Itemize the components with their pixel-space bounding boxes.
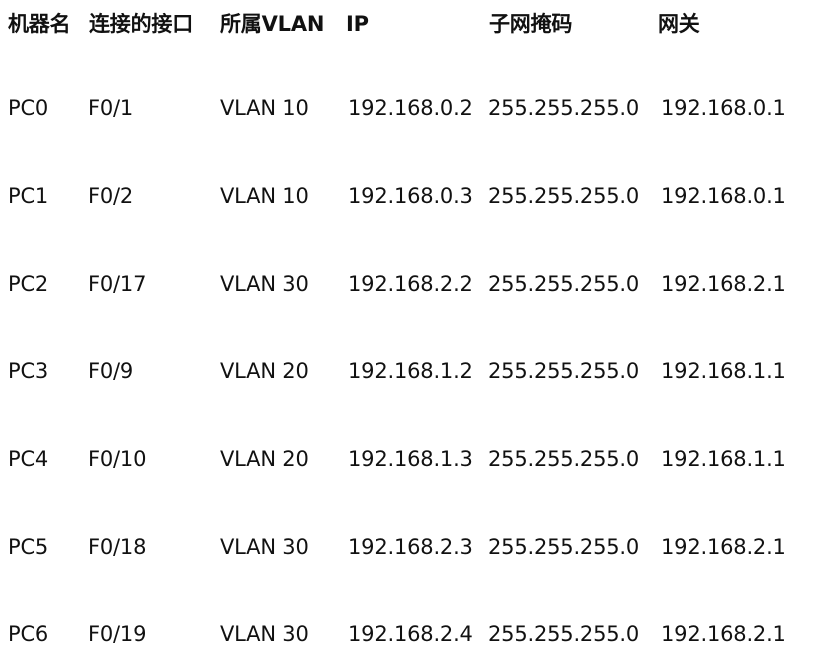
cell-machine-name: PC1 (8, 184, 49, 208)
cell-gateway: 192.168.1.1 (661, 447, 786, 471)
cell-ip: 192.168.2.4 (348, 622, 473, 646)
table-row: PC3 F0/9 VLAN 20 192.168.1.2 255.255.255… (0, 351, 816, 391)
cell-subnet-mask: 255.255.255.0 (488, 359, 640, 383)
cell-connected-port: F0/10 (88, 447, 147, 471)
cell-machine-name: PC4 (8, 447, 49, 471)
cell-gateway: 192.168.0.1 (661, 184, 786, 208)
table-row: PC0 F0/1 VLAN 10 192.168.0.2 255.255.255… (0, 88, 816, 128)
cell-ip: 192.168.0.3 (348, 184, 473, 208)
cell-ip: 192.168.0.2 (348, 96, 473, 120)
cell-gateway: 192.168.0.1 (661, 96, 786, 120)
table-row: PC1 F0/2 VLAN 10 192.168.0.3 255.255.255… (0, 176, 816, 216)
cell-vlan: VLAN 30 (220, 272, 309, 296)
cell-gateway: 192.168.2.1 (661, 535, 786, 559)
cell-subnet-mask: 255.255.255.0 (488, 535, 640, 559)
header-ip: IP (346, 12, 369, 36)
cell-ip: 192.168.2.3 (348, 535, 473, 559)
cell-ip: 192.168.1.2 (348, 359, 473, 383)
table-row: PC6 F0/19 VLAN 30 192.168.2.4 255.255.25… (0, 614, 816, 654)
cell-ip: 192.168.1.3 (348, 447, 473, 471)
cell-connected-port: F0/1 (88, 96, 134, 120)
cell-subnet-mask: 255.255.255.0 (488, 272, 640, 296)
table-row: PC4 F0/10 VLAN 20 192.168.1.3 255.255.25… (0, 439, 816, 479)
cell-machine-name: PC2 (8, 272, 49, 296)
cell-gateway: 192.168.1.1 (661, 359, 786, 383)
table-row: PC5 F0/18 VLAN 30 192.168.2.3 255.255.25… (0, 527, 816, 567)
pc-address-table: 机器名 连接的接口 所属VLAN IP 子网掩码 网关 PC0 F0/1 VLA… (0, 0, 816, 658)
cell-connected-port: F0/17 (88, 272, 147, 296)
cell-machine-name: PC6 (8, 622, 49, 646)
cell-subnet-mask: 255.255.255.0 (488, 184, 640, 208)
header-subnet-mask: 子网掩码 (489, 12, 573, 36)
cell-gateway: 192.168.2.1 (661, 622, 786, 646)
cell-vlan: VLAN 30 (220, 535, 309, 559)
cell-vlan: VLAN 20 (220, 359, 309, 383)
header-gateway: 网关 (658, 12, 700, 36)
cell-machine-name: PC3 (8, 359, 49, 383)
cell-subnet-mask: 255.255.255.0 (488, 447, 640, 471)
cell-connected-port: F0/18 (88, 535, 147, 559)
cell-ip: 192.168.2.2 (348, 272, 473, 296)
header-vlan: 所属VLAN (220, 12, 325, 36)
header-machine-name: 机器名 (8, 12, 71, 36)
cell-gateway: 192.168.2.1 (661, 272, 786, 296)
header-connected-port: 连接的接口 (89, 12, 193, 36)
cell-connected-port: F0/9 (88, 359, 134, 383)
table-header-row: 机器名 连接的接口 所属VLAN IP 子网掩码 网关 (0, 4, 816, 44)
cell-machine-name: PC0 (8, 96, 49, 120)
cell-connected-port: F0/2 (88, 184, 134, 208)
cell-subnet-mask: 255.255.255.0 (488, 96, 640, 120)
cell-vlan: VLAN 10 (220, 184, 309, 208)
cell-subnet-mask: 255.255.255.0 (488, 622, 640, 646)
table-row: PC2 F0/17 VLAN 30 192.168.2.2 255.255.25… (0, 264, 816, 304)
cell-vlan: VLAN 10 (220, 96, 309, 120)
cell-connected-port: F0/19 (88, 622, 147, 646)
cell-vlan: VLAN 20 (220, 447, 309, 471)
cell-machine-name: PC5 (8, 535, 49, 559)
cell-vlan: VLAN 30 (220, 622, 309, 646)
